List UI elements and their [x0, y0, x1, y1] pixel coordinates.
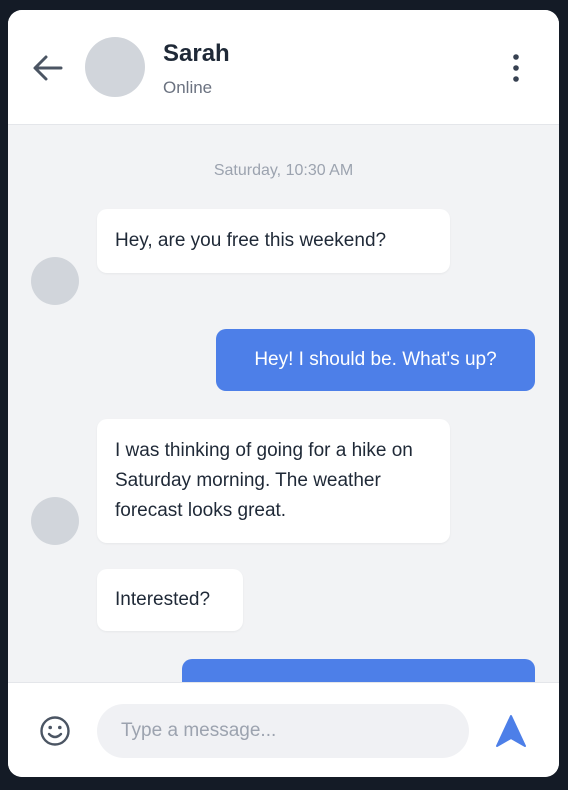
sender-avatar	[31, 257, 79, 305]
message-composer	[8, 682, 559, 777]
arrow-left-icon	[33, 55, 63, 81]
back-button[interactable]	[28, 48, 68, 88]
chat-window: Sarah Online Saturday, 10:30 AM Hey, are…	[8, 10, 559, 777]
message-bubble-incoming: I was thinking of going for a hike on Sa…	[97, 419, 450, 543]
send-button[interactable]	[494, 713, 528, 749]
message-bubble-incoming: Interested?	[97, 569, 243, 631]
contact-name: Sarah	[163, 40, 230, 67]
contact-status: Online	[163, 78, 213, 97]
sender-avatar	[31, 497, 79, 545]
emoji-button[interactable]	[38, 714, 72, 748]
message-bubble-outgoing	[182, 659, 535, 682]
more-options-button[interactable]	[504, 48, 528, 88]
contact-avatar[interactable]	[85, 37, 145, 97]
send-icon	[496, 715, 526, 747]
smiley-icon	[40, 716, 70, 746]
message-list[interactable]: Saturday, 10:30 AM Hey, are you free thi…	[8, 125, 559, 682]
message-bubble-outgoing: Hey! I should be. What's up?	[216, 329, 535, 391]
chat-header: Sarah Online	[8, 10, 559, 125]
message-bubble-incoming: Hey, are you free this weekend?	[97, 209, 450, 273]
message-input[interactable]	[97, 704, 469, 758]
kebab-menu-icon	[513, 54, 519, 82]
date-separator: Saturday, 10:30 AM	[213, 162, 354, 179]
